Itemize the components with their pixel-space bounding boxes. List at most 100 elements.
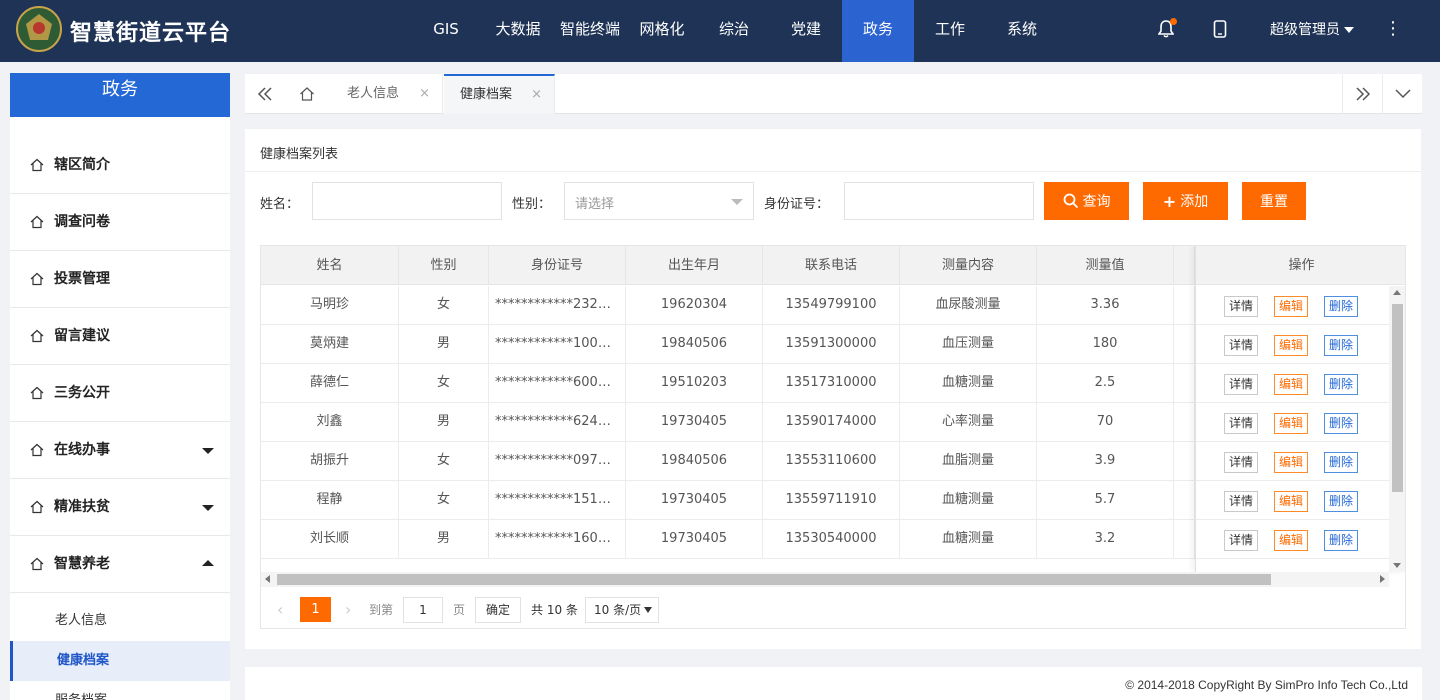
sidebar-item-poverty-alleviation[interactable]: 精准扶贫 [10,479,230,536]
cell-gender: 女 [399,286,489,325]
more-vertical-icon[interactable]: ⋮ [1384,18,1402,39]
caret-down-icon [731,199,743,205]
vertical-scrollbar[interactable] [1389,286,1405,572]
cell-birth: 19730405 [626,520,763,559]
close-icon[interactable]: × [419,74,430,114]
table-row: 莫炳建男 ************1000… 19840506 13591300000… [261,325,1389,364]
delete-button[interactable]: 删除 [1324,491,1359,512]
detail-button[interactable]: 详情 [1224,452,1259,473]
home-icon [30,386,44,400]
cell-id-number: ************1513… [489,481,626,520]
name-input[interactable] [312,182,502,220]
detail-button[interactable]: 详情 [1224,530,1259,551]
vertical-scroll-thumb[interactable] [1392,304,1403,492]
chevron-down-icon[interactable] [1382,74,1422,114]
table-header: 姓名 性别 身份证号 出生年月 联系电话 测量内容 测量值 操作 [261,246,1405,285]
sidebar-item-district-intro[interactable]: 辖区简介 [10,137,230,194]
user-menu[interactable]: 超级管理员 [1270,19,1354,39]
nav-system[interactable]: 系统 [986,0,1058,62]
caret-up-icon [202,560,214,566]
edit-button[interactable]: 编辑 [1274,413,1309,434]
sidebar-item-label: 留言建议 [54,328,110,344]
sidebar-item-public-affairs[interactable]: 三务公开 [10,365,230,422]
delete-button[interactable]: 删除 [1324,335,1359,356]
home-icon [30,215,44,229]
edit-button[interactable]: 编辑 [1274,491,1309,512]
double-chevron-right-icon[interactable] [1342,74,1382,114]
cell-id-number: ************6000… [489,364,626,403]
mobile-icon[interactable] [1213,20,1227,40]
page-size-select[interactable]: 10 条/页 [585,597,659,623]
scroll-up-icon[interactable] [1393,290,1401,295]
sidebar-item-survey[interactable]: 调查问卷 [10,194,230,251]
next-page-icon[interactable]: › [345,600,351,619]
double-chevron-left-icon[interactable] [245,74,285,114]
sidebar-item-elderly-care[interactable]: 智慧养老 [10,536,230,593]
cell-measure-type: 血压测量 [900,325,1037,364]
nav-government-affairs[interactable]: 政务 [842,0,914,62]
home-tab-icon[interactable] [287,74,327,114]
sidebar-item-label: 辖区简介 [54,157,110,173]
cell-hidden [1174,325,1195,364]
nav-bigdata[interactable]: 大数据 [482,0,554,62]
current-page[interactable]: 1 [300,597,331,622]
bell-icon[interactable] [1157,18,1178,40]
query-button[interactable]: 查询 [1044,182,1129,220]
user-name: 超级管理员 [1270,22,1340,38]
tab-elderly-info[interactable]: 老人信息 × [331,74,443,114]
edit-button[interactable]: 编辑 [1274,296,1309,317]
gender-select[interactable]: 请选择 [564,182,754,220]
edit-button[interactable]: 编辑 [1274,530,1309,551]
nav-party[interactable]: 党建 [770,0,842,62]
edit-button[interactable]: 编辑 [1274,335,1309,356]
detail-button[interactable]: 详情 [1224,296,1259,317]
caret-down-icon [644,607,652,613]
home-icon [30,272,44,286]
reset-button[interactable]: 重置 [1242,182,1306,220]
sidebar-item-voting[interactable]: 投票管理 [10,251,230,308]
cell-measure-value: 3.2 [1037,520,1174,559]
nav-gis[interactable]: GIS [410,0,482,62]
edit-button[interactable]: 编辑 [1274,452,1309,473]
scroll-left-icon[interactable] [265,575,270,583]
page-number-input[interactable]: 1 [403,597,443,623]
detail-button[interactable]: 详情 [1224,413,1259,434]
id-number-input[interactable] [844,182,1034,220]
top-navbar: 智慧街道云平台 GIS 大数据 智能终端 网格化 综治 党建 政务 工作 系统 … [0,0,1440,62]
table-row: 薛德仁女 ************6000… 19510203 13517310000… [261,364,1389,403]
prev-page-icon[interactable]: ‹ [277,600,283,619]
tab-bar: 老人信息 × 健康档案 × [245,74,1422,114]
add-button[interactable]: + 添加 [1143,182,1228,220]
health-records-table: 姓名 性别 身份证号 出生年月 联系电话 测量内容 测量值 操作 马明珍女 ***… [260,245,1406,629]
goto-confirm-button[interactable]: 确定 [475,597,521,623]
submenu-service-records[interactable]: 服务档案 [10,681,230,700]
table-row: 程静女 ************1513… 19730405 13559711910 血… [261,481,1389,520]
edit-button[interactable]: 编辑 [1274,374,1309,395]
scroll-down-icon[interactable] [1393,563,1401,568]
submenu-health-records[interactable]: 健康档案 [10,641,230,681]
nav-grid[interactable]: 网格化 [626,0,698,62]
delete-button[interactable]: 删除 [1324,452,1359,473]
sidebar-item-suggestions[interactable]: 留言建议 [10,308,230,365]
sidebar-item-label: 智慧养老 [54,556,110,572]
nav-terminal[interactable]: 智能终端 [554,0,626,62]
tab-health-records[interactable]: 健康档案 × [444,74,555,114]
nav-work[interactable]: 工作 [914,0,986,62]
delete-button[interactable]: 删除 [1324,296,1359,317]
horizontal-scrollbar[interactable] [261,572,1389,587]
col-actions: 操作 [1195,246,1405,285]
horizontal-scroll-thumb[interactable] [277,574,1271,585]
sidebar-item-online-service[interactable]: 在线办事 [10,422,230,479]
scroll-right-icon[interactable] [1380,575,1385,583]
delete-button[interactable]: 删除 [1324,413,1359,434]
detail-button[interactable]: 详情 [1224,374,1259,395]
delete-button[interactable]: 删除 [1324,530,1359,551]
cell-gender: 男 [399,403,489,442]
close-icon[interactable]: × [531,76,542,113]
detail-button[interactable]: 详情 [1224,491,1259,512]
submenu-elderly-info[interactable]: 老人信息 [10,601,230,641]
detail-button[interactable]: 详情 [1224,335,1259,356]
delete-button[interactable]: 删除 [1324,374,1359,395]
nav-governance[interactable]: 综治 [698,0,770,62]
